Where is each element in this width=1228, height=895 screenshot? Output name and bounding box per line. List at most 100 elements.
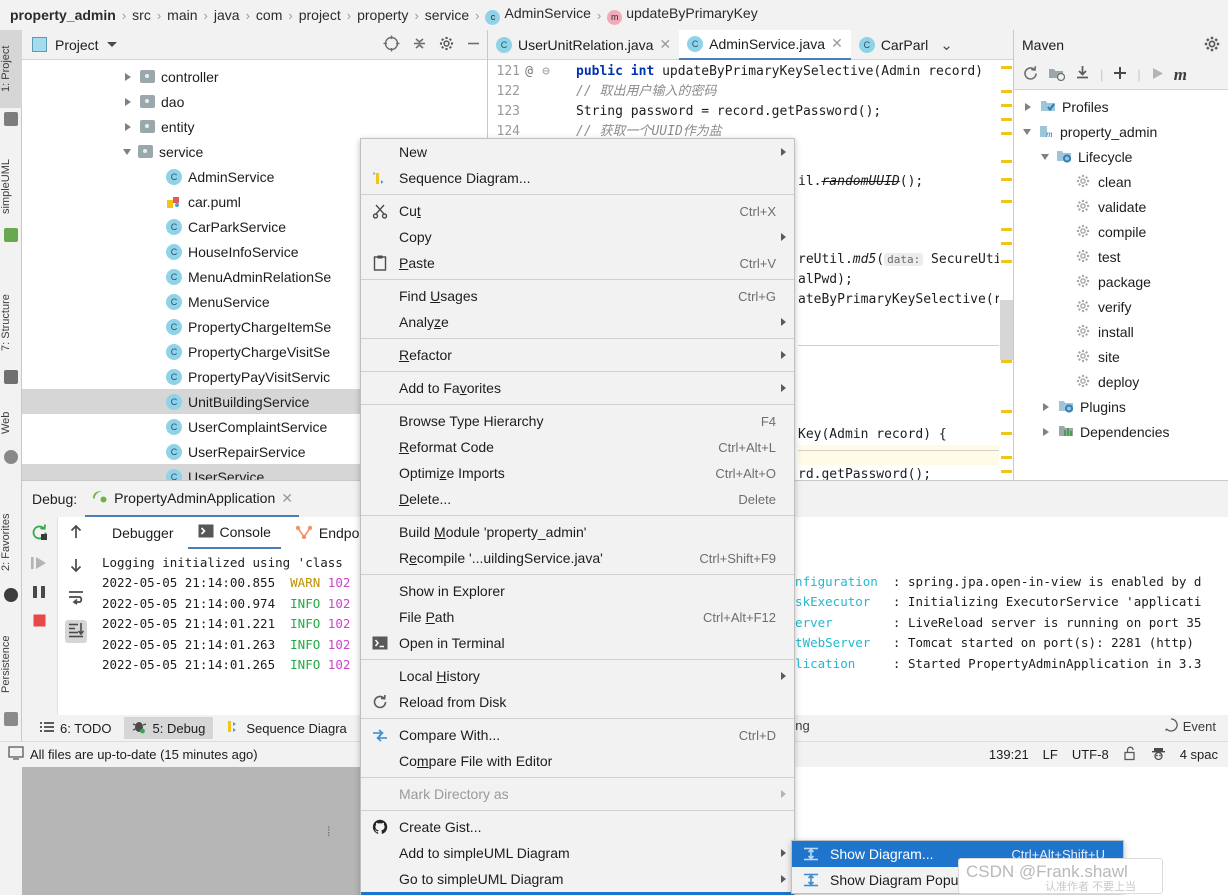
menu-item-find-usages[interactable]: Find Usages Ctrl+G [361, 283, 794, 309]
editor-marker-strip[interactable] [999, 60, 1013, 480]
editor-marker[interactable] [1001, 178, 1012, 181]
soft-wrap-icon[interactable] [67, 589, 85, 608]
menu-item-analyze[interactable]: Analyze [361, 309, 794, 335]
menu-item-add-to-simpleuml-diagram[interactable]: Add to simpleUML Diagram [361, 840, 794, 866]
chevron-right-icon[interactable] [1043, 402, 1049, 411]
add-maven-project-icon[interactable] [1048, 66, 1066, 84]
menu-item-create-gist[interactable]: Create Gist... [361, 814, 794, 840]
chevron-right-icon[interactable] [1025, 102, 1031, 111]
tree-item[interactable]: entity [22, 114, 487, 139]
maven-tree-item[interactable]: compile [1014, 219, 1228, 244]
menu-item-open-in-terminal[interactable]: Open in Terminal [361, 630, 794, 656]
chevron-down-icon[interactable] [106, 42, 117, 47]
breadcrumb-item[interactable]: project [297, 7, 343, 23]
breadcrumb-item[interactable]: service [423, 7, 471, 23]
maven-tree-item[interactable]: Dependencies [1014, 419, 1228, 444]
tool-tab-project[interactable]: 1: Project [0, 30, 22, 108]
settings-gear-icon[interactable] [439, 36, 454, 54]
collapse-all-icon[interactable] [412, 36, 427, 54]
breadcrumb-item[interactable]: main [165, 7, 199, 23]
scroll-down-icon[interactable] [67, 556, 85, 577]
chevron-down-icon[interactable] [1023, 128, 1031, 135]
menu-item-new[interactable]: New [361, 139, 794, 165]
bottom-tool-tab[interactable]: 5: Debug [123, 717, 214, 739]
caret-position[interactable]: 139:21 [989, 747, 1029, 762]
tool-tab-persistence[interactable]: Persistence [0, 620, 22, 708]
maven-tree-item[interactable]: verify [1014, 294, 1228, 319]
editor-scroll-thumb[interactable] [1000, 300, 1013, 360]
menu-item-go-to-simpleuml-diagram[interactable]: Go to simpleUML Diagram [361, 866, 794, 892]
breadcrumb-item[interactable]: com [254, 7, 284, 23]
chevron-right-icon[interactable] [125, 97, 131, 106]
editor-marker[interactable] [1001, 360, 1012, 363]
editor-marker[interactable] [1001, 160, 1012, 163]
chevron-right-icon[interactable] [1043, 427, 1049, 436]
editor-marker[interactable] [1001, 456, 1012, 459]
resume-icon[interactable] [30, 555, 49, 574]
hide-panel-icon[interactable] [466, 36, 481, 54]
breadcrumb-item[interactable]: src [130, 7, 153, 23]
bottom-tool-tab[interactable]: 6: TODO [32, 717, 120, 739]
editor-tab[interactable]: C CarParl [851, 30, 936, 60]
menu-item-file-path[interactable]: File Path Ctrl+Alt+F12 [361, 604, 794, 630]
maven-tree-item[interactable]: deploy [1014, 369, 1228, 394]
editor-marker[interactable] [1001, 228, 1012, 231]
maven-tree-item[interactable]: install [1014, 319, 1228, 344]
close-icon[interactable]: ✕ [281, 490, 293, 507]
editor-marker[interactable] [1001, 66, 1012, 69]
fold-marker[interactable]: ⊖ [538, 62, 554, 82]
breadcrumb-item[interactable]: c AdminService [483, 5, 592, 25]
tree-item[interactable]: dao [22, 89, 487, 114]
maven-tree-item[interactable]: clean [1014, 169, 1228, 194]
line-separator[interactable]: LF [1043, 747, 1058, 762]
reload-icon[interactable] [1022, 65, 1039, 85]
menu-item-build-module-property-admin[interactable]: Build Module 'property_admin' [361, 519, 794, 545]
rerun-icon[interactable] [30, 523, 49, 545]
maven-tree-item[interactable]: site [1014, 344, 1228, 369]
menu-item-add-to-favorites[interactable]: Add to Favorites [361, 375, 794, 401]
settings-gear-icon[interactable] [1204, 36, 1220, 55]
maven-tree-item[interactable]: validate [1014, 194, 1228, 219]
context-menu[interactable]: New Sequence Diagram... Cut Ctrl+X Copy Paste… [360, 138, 795, 895]
breadcrumb-item[interactable]: property [355, 7, 410, 23]
menu-item-sequence-diagram[interactable]: Sequence Diagram... [361, 165, 794, 191]
editor-marker[interactable] [1001, 432, 1012, 435]
plus-icon[interactable] [1112, 65, 1128, 84]
menu-item-show-in-explorer[interactable]: Show in Explorer [361, 578, 794, 604]
menu-item-reformat-code[interactable]: Reformat Code Ctrl+Alt+L [361, 434, 794, 460]
maven-m-icon[interactable]: m [1174, 65, 1187, 85]
splitter-handle[interactable]: ⁞ [327, 824, 331, 839]
editor-marker[interactable] [1001, 242, 1012, 245]
close-icon[interactable]: ✕ [659, 36, 671, 53]
file-encoding[interactable]: UTF-8 [1072, 747, 1109, 762]
maven-tree-item[interactable]: test [1014, 244, 1228, 269]
chevron-down-icon[interactable]: ⌄ [940, 36, 953, 54]
maven-tree-item[interactable]: Plugins [1014, 394, 1228, 419]
debug-session-tab[interactable]: PropertyAdminApplication ✕ [85, 481, 299, 517]
menu-item-cut[interactable]: Cut Ctrl+X [361, 198, 794, 224]
pause-icon[interactable] [30, 584, 49, 603]
maven-tree-item[interactable]: Lifecycle [1014, 144, 1228, 169]
close-icon[interactable]: ✕ [831, 35, 843, 52]
breadcrumb-item[interactable]: java [212, 7, 242, 23]
menu-item-delete[interactable]: Delete... Delete [361, 486, 794, 512]
run-icon[interactable] [1150, 66, 1165, 84]
bottom-tool-tab[interactable]: Sequence Diagra [217, 717, 354, 739]
menu-item-compare-file-with-editor[interactable]: Compare File with Editor [361, 748, 794, 774]
chevron-right-icon[interactable] [125, 122, 131, 131]
menu-item-compare-with[interactable]: Compare With... Ctrl+D [361, 722, 794, 748]
unlocked-icon[interactable] [1123, 746, 1137, 764]
menu-item-copy[interactable]: Copy [361, 224, 794, 250]
editor-marker[interactable] [1001, 470, 1012, 473]
locate-icon[interactable] [383, 35, 400, 55]
tree-item[interactable]: controller [22, 64, 487, 89]
menu-item-local-history[interactable]: Local History [361, 663, 794, 689]
maven-tree-item[interactable]: Profiles [1014, 94, 1228, 119]
menu-item-reload-from-disk[interactable]: Reload from Disk [361, 689, 794, 715]
scroll-up-icon[interactable] [67, 523, 85, 544]
debug-tab[interactable]: Debugger [102, 517, 184, 549]
editor-tab[interactable]: C AdminService.java ✕ [679, 29, 851, 60]
menu-item-paste[interactable]: Paste Ctrl+V [361, 250, 794, 276]
stop-icon[interactable] [30, 613, 49, 632]
chevron-down-icon[interactable] [1041, 153, 1049, 160]
